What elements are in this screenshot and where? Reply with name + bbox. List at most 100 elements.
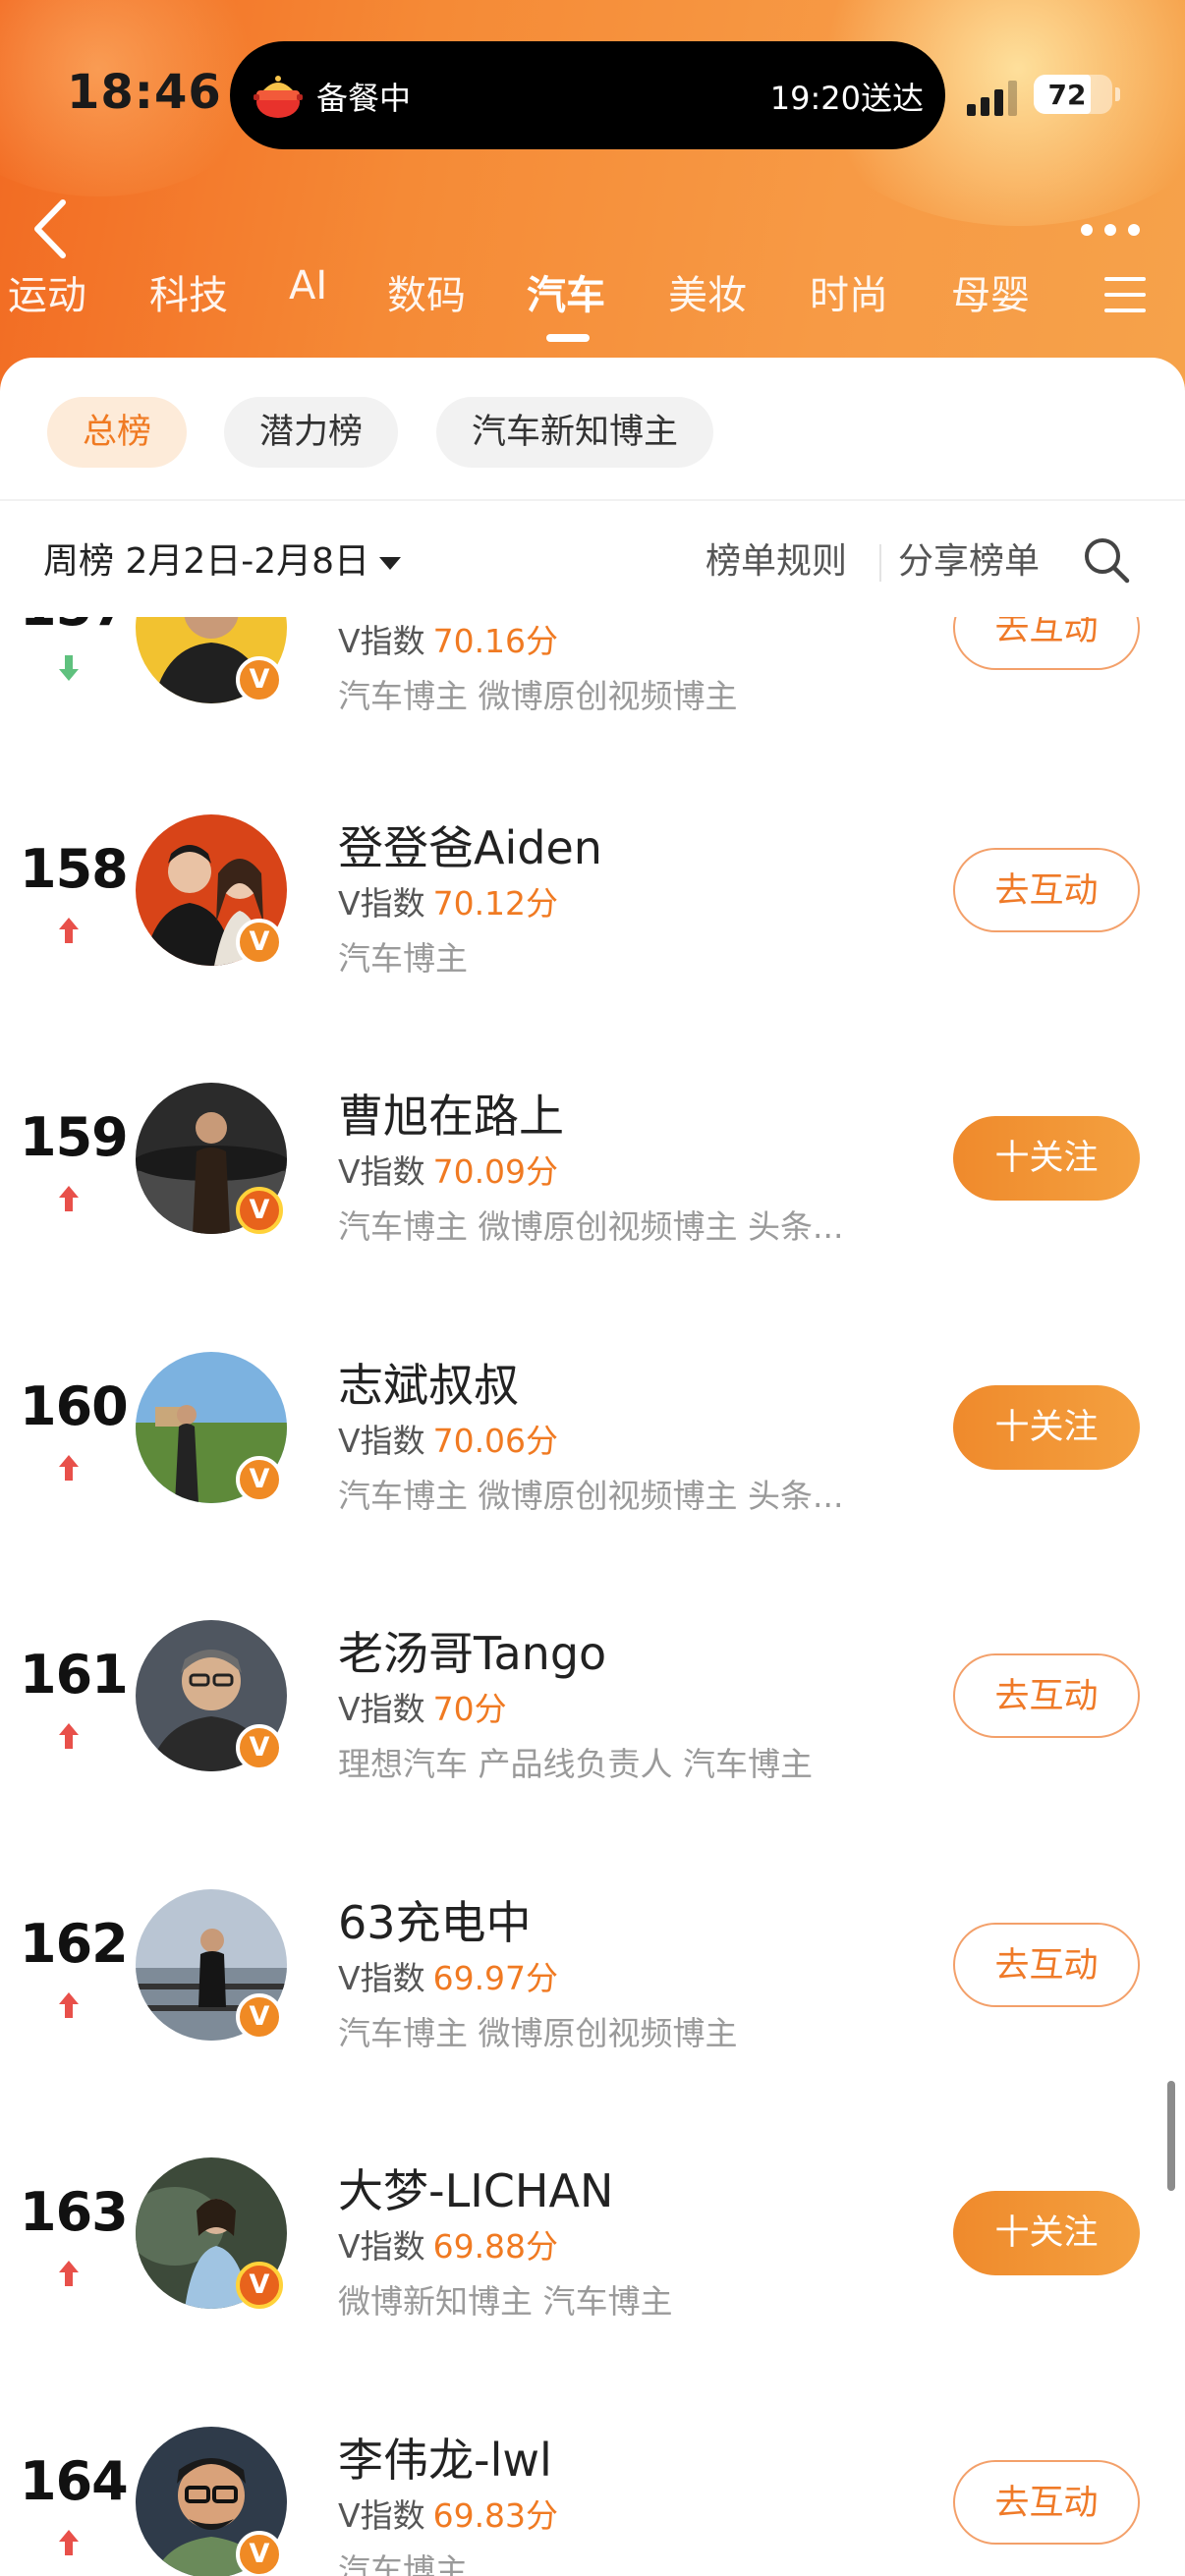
status-time: 18:46 (67, 65, 222, 120)
delivery-eta: 19:20送达 (769, 80, 924, 117)
list-item[interactable]: 162 V 63充电中 V指数 69.97分 汽车博主 微博原创视频博主 去互动 (0, 1826, 1185, 2096)
follow-button[interactable]: 十关注 (953, 1116, 1140, 1201)
tab-sports[interactable]: 运动 (8, 263, 86, 320)
v-index-label: V指数 (338, 1152, 425, 1191)
list-item[interactable]: 160 V 志斌叔叔 V指数 70.06分 汽车博主 微博原创视频博主 头条...… (0, 1289, 1185, 1558)
tab-tech[interactable]: 科技 (149, 263, 228, 320)
trend-up-icon (59, 1992, 79, 2018)
v-index: V指数 69.97分 (338, 1952, 558, 1999)
cellular-signal-icon (967, 81, 1017, 116)
blogger-name[interactable]: 志斌叔叔 (338, 1350, 519, 1415)
list-item[interactable]: 157 V V指数70.16分 汽车博主 微博原创视频博主 去互动 (0, 617, 1185, 758)
ranking-rules-link[interactable]: 榜单规则 (705, 532, 847, 584)
interact-button[interactable]: 去互动 (953, 848, 1140, 932)
blogger-name[interactable]: 63充电中 (338, 1887, 532, 1952)
blogger-tags: 理想汽车 产品线负责人 汽车博主 (338, 1745, 813, 1783)
list-item[interactable]: 158 V 登登爸Aiden V指数 70.12分 汽车博主 去互动 (0, 752, 1185, 1021)
blogger-tags: 汽车博主 (338, 2551, 468, 2576)
interact-button[interactable]: 去互动 (953, 617, 1140, 670)
rank-number: 163 (20, 2181, 129, 2243)
more-options-button[interactable] (1077, 214, 1144, 244)
week-selector[interactable]: 周榜 2月2日-2月8日 (43, 532, 402, 584)
category-tabs: 运动 科技 AI 数码 汽车 美妆 时尚 母婴 (0, 263, 1185, 352)
blogger-tags: 汽车博主 (338, 939, 468, 978)
v-index: V指数 69.83分 (338, 2490, 558, 2537)
trend-up-icon (59, 1723, 79, 1749)
v-index-label: V指数 (338, 884, 425, 923)
header: 18:46 备餐中 19:20送达 72 运动 科技 AI 数码 汽车 美妆 时… (0, 0, 1185, 393)
rank-number: 162 (20, 1913, 129, 1975)
blogger-name[interactable]: 大梦-LICHAN (338, 2156, 613, 2220)
list-item[interactable]: 159 V 曹旭在路上 V指数 70.09分 汽车博主 微博原创视频博主 头条..… (0, 1020, 1185, 1289)
blogger-tags: 微博新知博主 汽车博主 (338, 2282, 673, 2321)
v-index: V指数 70.16分 (338, 617, 558, 662)
scrollbar[interactable] (1167, 2081, 1175, 2191)
v-index-value: 69.88分 (432, 2227, 559, 2266)
chip-auto-new-knowledge[interactable]: 汽车新知博主 (436, 397, 714, 468)
tab-fashion[interactable]: 时尚 (810, 263, 888, 320)
verified-v-icon: V (236, 1187, 283, 1234)
ranking-type-chips: 总榜 潜力榜 汽车新知博主 (0, 397, 1185, 468)
tab-beauty[interactable]: 美妆 (668, 263, 747, 320)
trend-up-icon (59, 2530, 79, 2555)
interact-button[interactable]: 去互动 (953, 2460, 1140, 2545)
active-tab-indicator (546, 334, 590, 342)
v-index: V指数 70分 (338, 1683, 507, 1730)
tab-auto[interactable]: 汽车 (527, 263, 605, 320)
share-ranking-link[interactable]: 分享榜单 (898, 532, 1040, 584)
rank-number: 157 (20, 617, 129, 638)
v-index-label: V指数 (338, 1959, 425, 1997)
cooking-pot-icon (254, 76, 303, 118)
v-index-value: 70.12分 (432, 884, 559, 923)
blogger-name[interactable]: 老汤哥Tango (338, 1618, 606, 1683)
trend-up-icon (59, 1455, 79, 1481)
rank-number: 160 (20, 1375, 129, 1437)
blogger-tags: 汽车博主 微博原创视频博主 (338, 2014, 738, 2052)
blogger-tags: 汽车博主 微博原创视频博主 头条... (338, 1477, 844, 1515)
caret-down-icon (379, 556, 402, 570)
chip-overall[interactable]: 总榜 (47, 397, 188, 468)
blogger-name[interactable]: 李伟龙-lwl (338, 2425, 552, 2490)
channel-menu-button[interactable] (1104, 277, 1146, 312)
live-activity-island[interactable]: 备餐中 19:20送达 (230, 41, 945, 149)
interact-button[interactable]: 去互动 (953, 1923, 1140, 2007)
search-icon[interactable] (1081, 534, 1132, 586)
v-index-label: V指数 (338, 1422, 425, 1460)
back-button[interactable] (28, 196, 75, 261)
trend-down-icon (59, 655, 79, 681)
blogger-name[interactable]: 曹旭在路上 (338, 1081, 564, 1146)
trend-up-icon (59, 918, 79, 943)
v-index: V指数 69.88分 (338, 2220, 558, 2268)
v-index-label: V指数 (338, 2496, 425, 2535)
list-item[interactable]: 164 V 李伟龙-lwl V指数 69.83分 汽车博主 去互动 (0, 2364, 1185, 2576)
verified-v-icon: V (236, 656, 283, 703)
trend-up-icon (59, 1186, 79, 1211)
ranking-list: 157 V V指数70.16分 汽车博主 微博原创视频博主 去互动 158 V … (0, 617, 1185, 2576)
list-item[interactable]: 163 V 大梦-LICHAN V指数 69.88分 微博新知博主 汽车博主 十关… (0, 2095, 1185, 2364)
follow-button[interactable]: 十关注 (953, 1385, 1140, 1470)
filter-bar: 周榜 2月2日-2月8日 榜单规则 分享榜单 (0, 523, 1185, 601)
v-index-value: 69.97分 (432, 1959, 559, 1997)
tab-digital[interactable]: 数码 (387, 263, 466, 320)
interact-button[interactable]: 去互动 (953, 1653, 1140, 1738)
tab-mother-baby[interactable]: 母婴 (951, 263, 1030, 320)
blogger-tags: 汽车博主 微博原创视频博主 (338, 677, 738, 715)
rank-number: 161 (20, 1644, 129, 1706)
blogger-name[interactable]: 登登爸Aiden (338, 812, 602, 877)
v-index-value: 70.06分 (432, 1422, 559, 1460)
v-index-value: 70.16分 (432, 622, 559, 660)
order-status: 备餐中 (316, 80, 412, 117)
battery-icon: 72 (1034, 75, 1120, 114)
chip-potential[interactable]: 潜力榜 (224, 397, 399, 468)
verified-v-icon: V (236, 2262, 283, 2309)
v-index-value: 69.83分 (432, 2496, 559, 2535)
v-index-label: V指数 (338, 1690, 425, 1728)
verified-v-icon: V (236, 1724, 283, 1771)
v-index: V指数 70.06分 (338, 1415, 558, 1462)
list-item[interactable]: 161 V 老汤哥Tango V指数 70分 理想汽车 产品线负责人 汽车博主 去… (0, 1557, 1185, 1826)
trend-up-icon (59, 2261, 79, 2286)
rank-number: 158 (20, 838, 129, 900)
tab-ai[interactable]: AI (289, 263, 327, 308)
follow-button[interactable]: 十关注 (953, 2191, 1140, 2275)
v-index: V指数 70.12分 (338, 877, 558, 924)
